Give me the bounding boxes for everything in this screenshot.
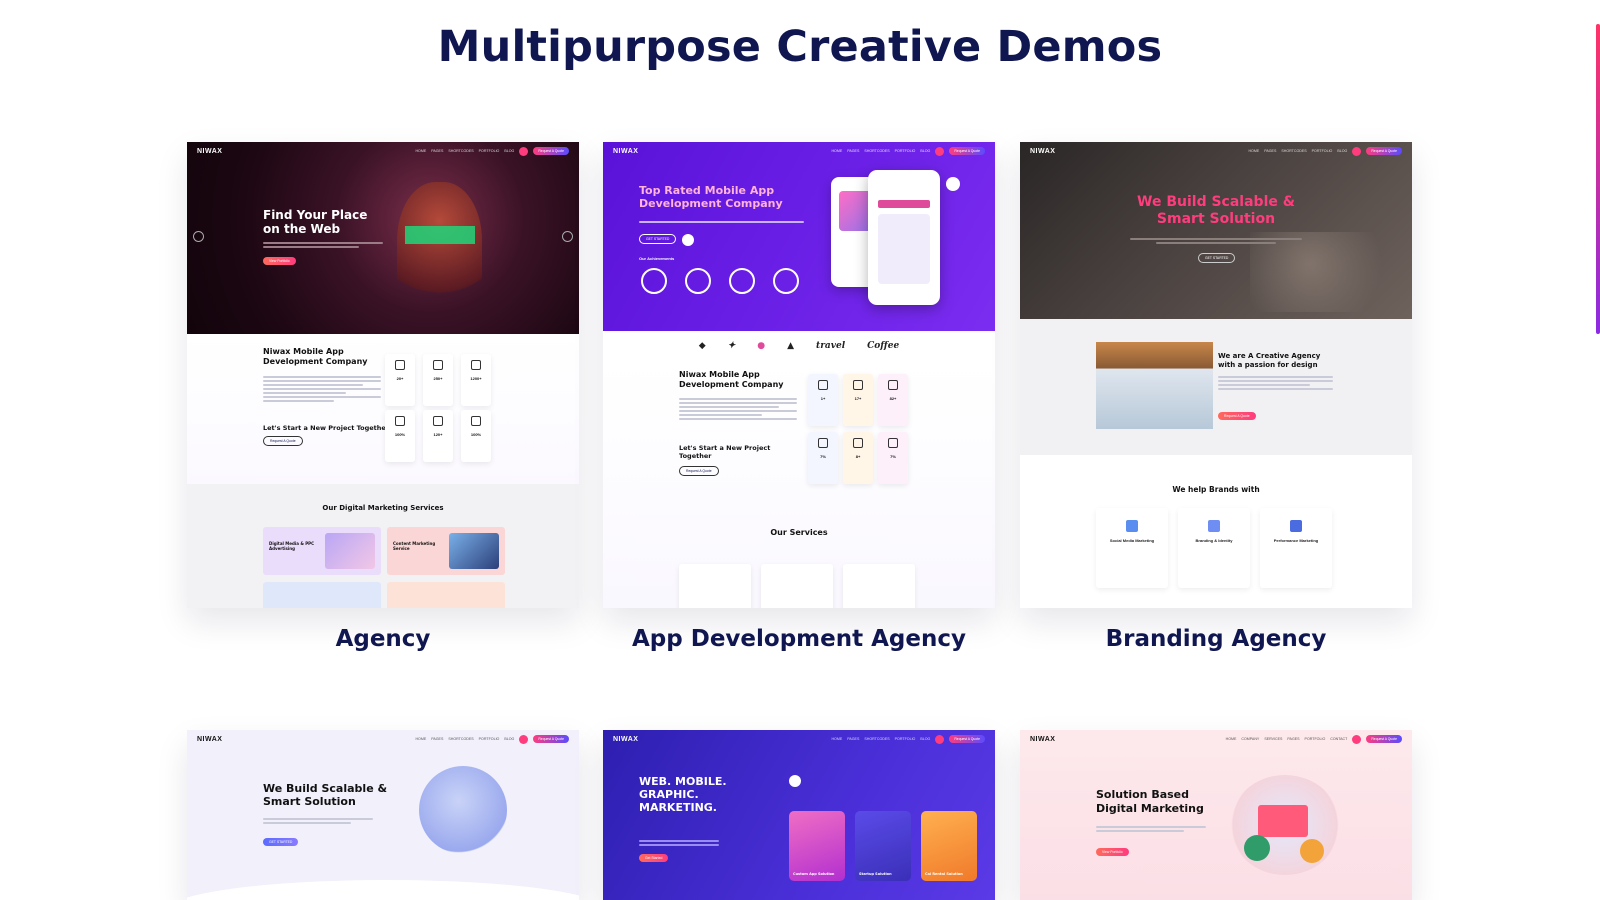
page-title: Multipurpose Creative Demos [437,22,1163,72]
thumb-help-title: We help Brands with [1172,485,1260,494]
slider-prev-icon[interactable] [193,231,204,242]
slider-next-icon[interactable] [562,231,573,242]
demo-thumbnail-5[interactable]: NIWAX HOME PAGES SHORTCODES PORTFOLIO BLOG Re… [603,730,995,900]
thumb-about-title: We are A Creative Agency with a passion … [1218,352,1321,369]
office-photo [1096,342,1213,429]
thumb-cta-title: Let's Start a New Project Together [263,424,390,432]
illustration [1230,775,1340,875]
demo-thumbnail-6[interactable]: NIWAX HOME COMPANY SERVICES PAGES PORTFOLIO C… [1020,730,1412,900]
demo-thumbnail-4[interactable]: NIWAX HOME PAGES SHORTCODES PORTFOLIO BLOG Re… [187,730,579,900]
demo-card-agency[interactable]: NIWAX HOME PAGES SHORTCODES PORTFOLIO BLOG Re… [187,142,579,652]
thumb-nav: NIWAX HOME COMPANY SERVICES PAGES PORTFOLIO C… [1020,730,1412,748]
demo-label[interactable]: App Development Agency [603,626,995,652]
green-visor [405,226,475,244]
demo-card-app-development[interactable]: NIWAX HOME PAGES SHORTCODES PORTFOLIO BLOG Re… [603,142,995,652]
brand-logo-strip: ◆ ✦ ● ▲ travel Coffee [603,331,995,361]
demo-label[interactable]: Agency [187,626,579,652]
scroll-indicator[interactable] [1596,24,1600,334]
thumb-section-title: Niwax Mobile App Development Company [679,370,784,389]
illustration [419,766,507,854]
demo-thumbnail-app-development[interactable]: NIWAX HOME PAGES SHORTCODES PORTFOLIO BLOG Re… [603,142,995,608]
thumb-hero-title: We Build Scalable & Smart Solution [1137,194,1295,227]
thumb-nav: NIWAX HOME PAGES SHORTCODES PORTFOLIO BLOG Re… [603,142,995,160]
thumb-logo: NIWAX [197,735,223,743]
demo-card-5[interactable]: NIWAX HOME PAGES SHORTCODES PORTFOLIO BLOG Re… [603,730,995,900]
thumb-logo: NIWAX [1030,147,1056,155]
thumb-logo: NIWAX [613,147,639,155]
thumb-logo: NIWAX [1030,735,1056,743]
thumb-hero-title: We Build Scalable & Smart Solution [263,782,388,808]
thumb-hero-title: Find Your Place on the Web [263,208,368,236]
thumb-logo: NIWAX [613,735,639,743]
thumb-hero-button: View Portfolio [263,257,296,265]
thumb-hero-title: WEB. MOBILE. GRAPHIC. MARKETING. [639,775,727,814]
play-icon[interactable] [789,775,801,787]
thumb-section-title: Niwax Mobile App Development Company [263,347,368,366]
thumb-hero-title: Solution Based Digital Marketing [1096,788,1204,815]
thumb-services-title: Our Digital Marketing Services [322,504,444,512]
thumb-nav: NIWAX HOME PAGES SHORTCODES PORTFOLIO BLOG Re… [187,730,579,748]
demo-thumbnail-agency[interactable]: NIWAX HOME PAGES SHORTCODES PORTFOLIO BLOG Re… [187,142,579,608]
thumb-logo: NIWAX [197,147,223,155]
thumb-nav: NIWAX HOME PAGES SHORTCODES PORTFOLIO BLOG Re… [603,730,995,748]
demo-thumbnail-branding[interactable]: NIWAX HOME PAGES SHORTCODES PORTFOLIO BLOG Re… [1020,142,1412,608]
demo-card-branding[interactable]: NIWAX HOME PAGES SHORTCODES PORTFOLIO BLOG Re… [1020,142,1412,652]
thumb-services-title: Our Services [770,528,828,537]
hero-image [1020,142,1412,319]
demo-label[interactable]: Branding Agency [1020,626,1412,652]
hero-image [187,142,579,334]
thumb-hero-title: Top Rated Mobile App Development Company [639,184,783,210]
thumb-nav: NIWAX HOME PAGES SHORTCODES PORTFOLIO BLOG Re… [1020,142,1412,160]
demo-card-6[interactable]: NIWAX HOME COMPANY SERVICES PAGES PORTFOLIO C… [1020,730,1412,900]
thumb-nav: NIWAX HOME PAGES SHORTCODES PORTFOLIO BLOG Re… [187,142,579,160]
thumb-achievements: Our Achievements [639,256,675,261]
thumb-cta-title: Let's Start a New Project Together [679,444,771,460]
portrait-figure [397,182,482,312]
play-icon[interactable] [682,234,694,246]
demo-card-4[interactable]: NIWAX HOME PAGES SHORTCODES PORTFOLIO BLOG Re… [187,730,579,900]
